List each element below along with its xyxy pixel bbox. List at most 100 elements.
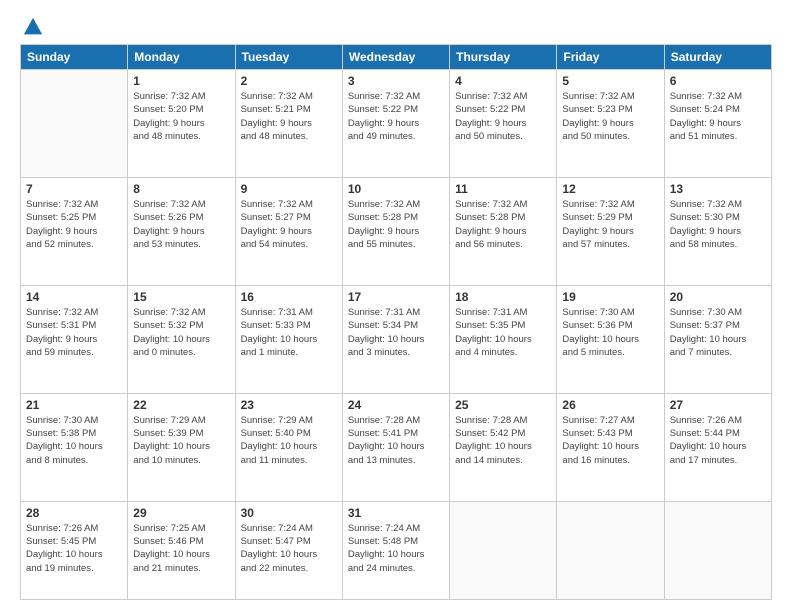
calendar-day-header: Monday <box>128 45 235 70</box>
logo-text <box>20 16 44 38</box>
day-info: Sunrise: 7:31 AM Sunset: 5:35 PM Dayligh… <box>455 306 551 359</box>
day-number: 14 <box>26 290 122 304</box>
calendar-day-cell: 15 Sunrise: 7:32 AM Sunset: 5:32 PM Dayli… <box>128 285 235 393</box>
calendar-day-cell <box>664 501 771 599</box>
calendar-week-row: 21Sunrise: 7:30 AM Sunset: 5:38 PM Dayli… <box>21 393 772 501</box>
calendar-day-cell: 5 Sunrise: 7:32 AM Sunset: 5:23 PM Daylig… <box>557 70 664 178</box>
logo-icon <box>22 16 44 38</box>
calendar-day-cell: 22 Sunrise: 7:29 AM Sunset: 5:39 PM Dayli… <box>128 393 235 501</box>
calendar-day-cell: 18 Sunrise: 7:31 AM Sunset: 5:35 PM Dayli… <box>450 285 557 393</box>
calendar-day-cell: 12 Sunrise: 7:32 AM Sunset: 5:29 PM Dayli… <box>557 177 664 285</box>
calendar-day-cell: 26Sunrise: 7:27 AM Sunset: 5:43 PM Dayli… <box>557 393 664 501</box>
calendar-week-row: 28 Sunrise: 7:26 AM Sunset: 5:45 PM Dayli… <box>21 501 772 599</box>
day-info: Sunrise: 7:32 AM Sunset: 5:26 PM Dayligh… <box>133 198 229 251</box>
calendar-day-cell: 10 Sunrise: 7:32 AM Sunset: 5:28 PM Dayli… <box>342 177 449 285</box>
day-number: 15 <box>133 290 229 304</box>
day-number: 22 <box>133 398 229 412</box>
calendar-day-header: Wednesday <box>342 45 449 70</box>
calendar-day-cell: 16 Sunrise: 7:31 AM Sunset: 5:33 PM Dayli… <box>235 285 342 393</box>
calendar-day-cell: 23Sunrise: 7:29 AM Sunset: 5:40 PM Dayli… <box>235 393 342 501</box>
day-number: 30 <box>241 506 337 520</box>
day-number: 4 <box>455 74 551 88</box>
day-info: Sunrise: 7:25 AM Sunset: 5:46 PM Dayligh… <box>133 522 229 575</box>
calendar-day-cell: 14 Sunrise: 7:32 AM Sunset: 5:31 PM Dayli… <box>21 285 128 393</box>
day-info: Sunrise: 7:32 AM Sunset: 5:22 PM Dayligh… <box>348 90 444 143</box>
day-info: Sunrise: 7:30 AM Sunset: 5:36 PM Dayligh… <box>562 306 658 359</box>
calendar-day-cell: 29 Sunrise: 7:25 AM Sunset: 5:46 PM Dayli… <box>128 501 235 599</box>
day-number: 2 <box>241 74 337 88</box>
day-info: Sunrise: 7:29 AM Sunset: 5:39 PM Dayligh… <box>133 414 229 467</box>
day-info: Sunrise: 7:26 AM Sunset: 5:45 PM Dayligh… <box>26 522 122 575</box>
calendar-day-header: Friday <box>557 45 664 70</box>
day-number: 16 <box>241 290 337 304</box>
day-info: Sunrise: 7:29 AM Sunset: 5:40 PM Dayligh… <box>241 414 337 467</box>
day-number: 10 <box>348 182 444 196</box>
day-info: Sunrise: 7:32 AM Sunset: 5:30 PM Dayligh… <box>670 198 766 251</box>
day-number: 1 <box>133 74 229 88</box>
calendar-header-row: SundayMondayTuesdayWednesdayThursdayFrid… <box>21 45 772 70</box>
day-number: 12 <box>562 182 658 196</box>
calendar-day-cell: 11 Sunrise: 7:32 AM Sunset: 5:28 PM Dayli… <box>450 177 557 285</box>
day-info: Sunrise: 7:32 AM Sunset: 5:29 PM Dayligh… <box>562 198 658 251</box>
calendar-day-header: Thursday <box>450 45 557 70</box>
day-info: Sunrise: 7:32 AM Sunset: 5:23 PM Dayligh… <box>562 90 658 143</box>
day-number: 28 <box>26 506 122 520</box>
calendar-day-cell: 2Sunrise: 7:32 AM Sunset: 5:21 PM Daylig… <box>235 70 342 178</box>
calendar-table: SundayMondayTuesdayWednesdayThursdayFrid… <box>20 44 772 600</box>
day-info: Sunrise: 7:31 AM Sunset: 5:33 PM Dayligh… <box>241 306 337 359</box>
day-number: 11 <box>455 182 551 196</box>
calendar-day-cell <box>557 501 664 599</box>
day-number: 13 <box>670 182 766 196</box>
page: SundayMondayTuesdayWednesdayThursdayFrid… <box>0 0 792 612</box>
day-number: 6 <box>670 74 766 88</box>
day-info: Sunrise: 7:26 AM Sunset: 5:44 PM Dayligh… <box>670 414 766 467</box>
day-number: 17 <box>348 290 444 304</box>
calendar-day-cell: 20 Sunrise: 7:30 AM Sunset: 5:37 PM Dayli… <box>664 285 771 393</box>
calendar-week-row: 14 Sunrise: 7:32 AM Sunset: 5:31 PM Dayli… <box>21 285 772 393</box>
calendar-day-cell <box>21 70 128 178</box>
day-number: 19 <box>562 290 658 304</box>
day-number: 29 <box>133 506 229 520</box>
day-info: Sunrise: 7:32 AM Sunset: 5:32 PM Dayligh… <box>133 306 229 359</box>
calendar-day-cell: 7Sunrise: 7:32 AM Sunset: 5:25 PM Daylig… <box>21 177 128 285</box>
calendar-day-header: Tuesday <box>235 45 342 70</box>
day-info: Sunrise: 7:28 AM Sunset: 5:42 PM Dayligh… <box>455 414 551 467</box>
day-number: 18 <box>455 290 551 304</box>
day-info: Sunrise: 7:32 AM Sunset: 5:20 PM Dayligh… <box>133 90 229 143</box>
calendar-day-cell: 24 Sunrise: 7:28 AM Sunset: 5:41 PM Dayli… <box>342 393 449 501</box>
calendar-day-cell: 9 Sunrise: 7:32 AM Sunset: 5:27 PM Daylig… <box>235 177 342 285</box>
day-number: 7 <box>26 182 122 196</box>
day-number: 25 <box>455 398 551 412</box>
calendar-day-cell: 4Sunrise: 7:32 AM Sunset: 5:22 PM Daylig… <box>450 70 557 178</box>
day-number: 9 <box>241 182 337 196</box>
day-info: Sunrise: 7:32 AM Sunset: 5:24 PM Dayligh… <box>670 90 766 143</box>
calendar-day-cell: 21Sunrise: 7:30 AM Sunset: 5:38 PM Dayli… <box>21 393 128 501</box>
day-number: 26 <box>562 398 658 412</box>
calendar-day-header: Sunday <box>21 45 128 70</box>
day-info: Sunrise: 7:32 AM Sunset: 5:28 PM Dayligh… <box>455 198 551 251</box>
day-info: Sunrise: 7:32 AM Sunset: 5:28 PM Dayligh… <box>348 198 444 251</box>
day-info: Sunrise: 7:30 AM Sunset: 5:37 PM Dayligh… <box>670 306 766 359</box>
day-number: 8 <box>133 182 229 196</box>
calendar-day-cell: 17 Sunrise: 7:31 AM Sunset: 5:34 PM Dayli… <box>342 285 449 393</box>
day-info: Sunrise: 7:24 AM Sunset: 5:47 PM Dayligh… <box>241 522 337 575</box>
calendar-day-cell: 25 Sunrise: 7:28 AM Sunset: 5:42 PM Dayli… <box>450 393 557 501</box>
calendar-week-row: 1 Sunrise: 7:32 AM Sunset: 5:20 PM Daylig… <box>21 70 772 178</box>
day-number: 20 <box>670 290 766 304</box>
day-info: Sunrise: 7:24 AM Sunset: 5:48 PM Dayligh… <box>348 522 444 575</box>
logo <box>20 16 44 38</box>
calendar-day-cell: 28 Sunrise: 7:26 AM Sunset: 5:45 PM Dayli… <box>21 501 128 599</box>
calendar-day-cell: 31Sunrise: 7:24 AM Sunset: 5:48 PM Dayli… <box>342 501 449 599</box>
day-info: Sunrise: 7:32 AM Sunset: 5:27 PM Dayligh… <box>241 198 337 251</box>
calendar-day-cell: 13 Sunrise: 7:32 AM Sunset: 5:30 PM Dayli… <box>664 177 771 285</box>
calendar-day-cell: 30 Sunrise: 7:24 AM Sunset: 5:47 PM Dayli… <box>235 501 342 599</box>
day-number: 24 <box>348 398 444 412</box>
day-number: 5 <box>562 74 658 88</box>
calendar-day-cell: 1 Sunrise: 7:32 AM Sunset: 5:20 PM Daylig… <box>128 70 235 178</box>
calendar-day-cell: 8 Sunrise: 7:32 AM Sunset: 5:26 PM Daylig… <box>128 177 235 285</box>
day-info: Sunrise: 7:32 AM Sunset: 5:31 PM Dayligh… <box>26 306 122 359</box>
calendar-day-cell <box>450 501 557 599</box>
calendar-day-cell: 27Sunrise: 7:26 AM Sunset: 5:44 PM Dayli… <box>664 393 771 501</box>
day-info: Sunrise: 7:28 AM Sunset: 5:41 PM Dayligh… <box>348 414 444 467</box>
day-info: Sunrise: 7:31 AM Sunset: 5:34 PM Dayligh… <box>348 306 444 359</box>
